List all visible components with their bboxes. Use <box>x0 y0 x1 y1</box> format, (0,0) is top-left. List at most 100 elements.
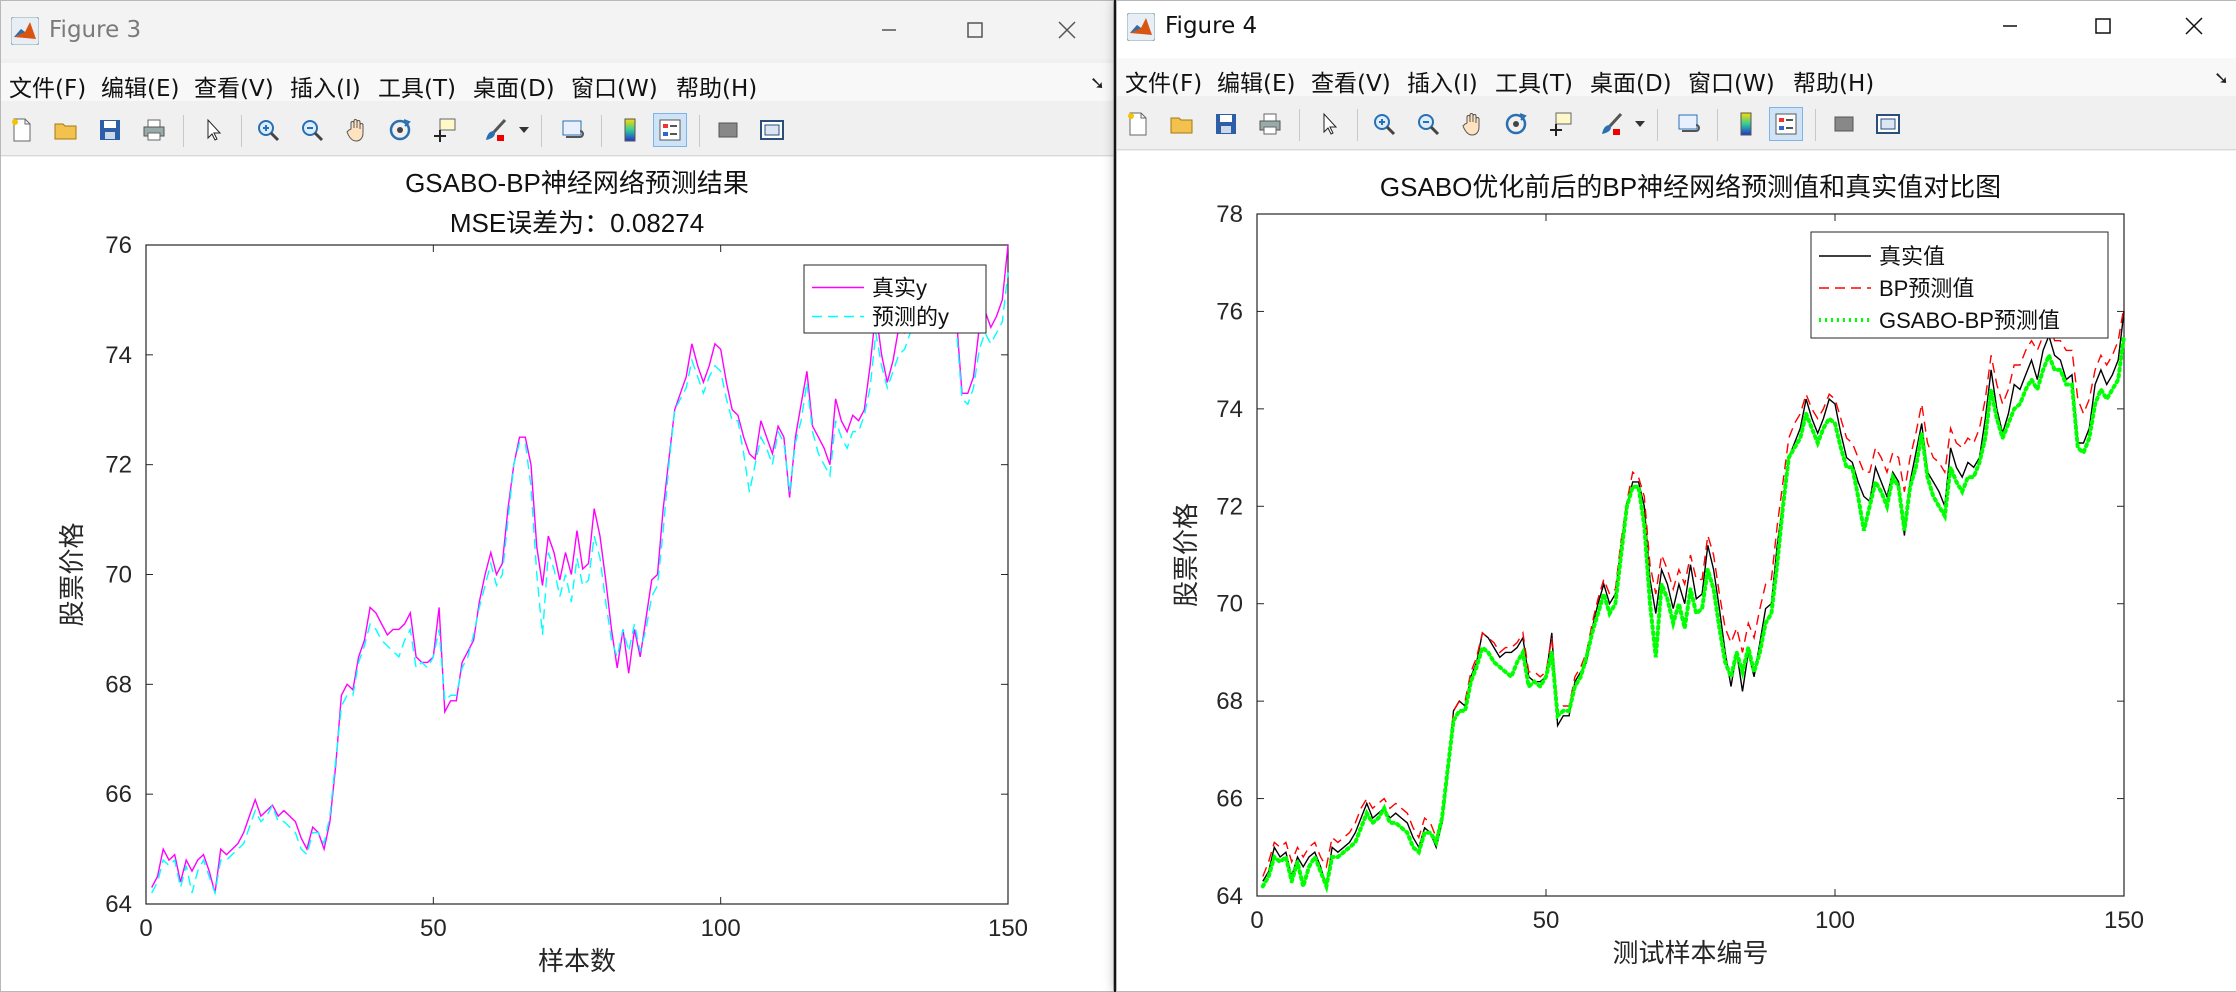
menu-desktop[interactable]: 桌面(D) <box>473 69 555 103</box>
menubar: 文件(F) 编辑(E) 查看(V) 插入(I) 工具(T) 桌面(D) 窗口(W… <box>1117 58 2236 98</box>
data-tips-button[interactable] <box>427 113 461 147</box>
zoom-out-icon <box>1418 114 1440 136</box>
link-plot-icon <box>562 120 584 138</box>
save-button[interactable] <box>1209 107 1243 141</box>
legend-icon <box>659 119 681 141</box>
save-icon <box>1216 114 1236 134</box>
link-plot-button[interactable] <box>556 113 590 147</box>
close-button[interactable] <box>2166 5 2222 47</box>
y-tick-label: 66 <box>105 781 132 808</box>
close-button[interactable] <box>1039 9 1095 51</box>
menu-tools[interactable]: 工具(T) <box>1495 64 1573 98</box>
zoom-out-icon <box>302 120 324 142</box>
select-pointer-button[interactable] <box>1313 107 1347 141</box>
zoom-in-button[interactable] <box>1367 107 1401 141</box>
zoom-out-button[interactable] <box>1411 107 1445 141</box>
data-tips-button[interactable] <box>1543 107 1577 141</box>
save-button[interactable] <box>93 113 127 147</box>
maximize-button[interactable] <box>2075 5 2131 47</box>
y-tick-label: 68 <box>105 671 132 698</box>
data-cursor-icon <box>1550 112 1572 136</box>
toolbar-separator <box>699 115 700 147</box>
hide-plot-tools-button[interactable] <box>1827 107 1861 141</box>
chart-figure4[interactable]: GSABO优化前后的BP神经网络预测值和真实值对比图 0 50 100 150 64 66 6… <box>1117 151 2236 991</box>
menu-help[interactable]: 帮助(H) <box>676 69 757 103</box>
print-button[interactable] <box>137 113 171 147</box>
brush-button[interactable] <box>479 113 513 147</box>
y-tick-label: 74 <box>1216 396 1243 423</box>
menu-window[interactable]: 窗口(W) <box>571 69 658 103</box>
toolbar-separator <box>1717 109 1718 141</box>
y-tick-label: 78 <box>1216 201 1243 228</box>
print-button[interactable] <box>1253 107 1287 141</box>
figure4-window[interactable]: Figure 4 文件(F) 编辑(E) 查看(V) 插入(I) 工具(T) 桌… <box>1116 0 2236 992</box>
zoom-in-icon <box>1374 114 1396 136</box>
new-file-icon <box>12 118 31 142</box>
colorbar-button[interactable] <box>613 113 647 147</box>
menu-edit[interactable]: 编辑(E) <box>1217 64 1295 98</box>
toolbar <box>1117 99 2236 150</box>
titlebar[interactable]: Figure 4 <box>1117 1 2236 59</box>
zoom-in-button[interactable] <box>251 113 285 147</box>
y-axis-label: 股票价格 <box>1172 503 1202 607</box>
menu-tools[interactable]: 工具(T) <box>378 69 456 103</box>
dock-arrow-icon[interactable]: ➘ <box>2214 68 2229 89</box>
open-folder-icon <box>54 123 77 140</box>
minimize-icon <box>882 29 896 31</box>
hand-icon <box>346 119 364 142</box>
menu-help[interactable]: 帮助(H) <box>1793 64 1874 98</box>
minimize-button[interactable] <box>861 9 917 51</box>
show-plot-tools-button[interactable] <box>1871 107 1905 141</box>
chart-figure3[interactable]: GSABO-BP神经网络预测结果 MSE误差为：0.08274 0 50 100 150 6… <box>1 157 1113 991</box>
menu-desktop[interactable]: 桌面(D) <box>1590 64 1672 98</box>
open-file-button[interactable] <box>49 113 83 147</box>
figure-canvas: GSABO优化前后的BP神经网络预测值和真实值对比图 0 50 100 150 64 66 6… <box>1117 151 2236 991</box>
brush-dropdown[interactable] <box>1632 107 1648 141</box>
menu-view[interactable]: 查看(V) <box>194 69 274 103</box>
legend-button[interactable] <box>653 113 687 147</box>
menu-window[interactable]: 窗口(W) <box>1688 64 1775 98</box>
hide-plot-tools-button[interactable] <box>711 113 745 147</box>
rotate-3d-button[interactable] <box>1499 107 1533 141</box>
open-file-button[interactable] <box>1165 107 1199 141</box>
rotate-3d-button[interactable] <box>383 113 417 147</box>
y-tick-label: 66 <box>1216 786 1243 813</box>
pointer-icon <box>207 118 222 141</box>
legend-button[interactable] <box>1769 107 1803 141</box>
menu-insert[interactable]: 插入(I) <box>290 69 361 103</box>
select-pointer-button[interactable] <box>197 113 231 147</box>
menu-insert[interactable]: 插入(I) <box>1407 64 1478 98</box>
x-tick-label: 50 <box>420 915 447 942</box>
menu-edit[interactable]: 编辑(E) <box>101 69 179 103</box>
new-figure-button[interactable] <box>1121 107 1155 141</box>
menu-file[interactable]: 文件(F) <box>1125 64 1202 98</box>
x-axis-label: 样本数 <box>538 947 616 977</box>
colorbar-button[interactable] <box>1729 107 1763 141</box>
titlebar[interactable]: Figure 3 <box>1 1 1113 59</box>
close-icon <box>1058 21 1076 39</box>
x-tick-label: 0 <box>1250 907 1263 934</box>
figure3-window[interactable]: Figure 3 文件(F) 编辑(E) 查看(V) 插入(I) 工具(T) 桌… <box>0 0 1114 992</box>
pointer-icon <box>1323 112 1338 135</box>
brush-button[interactable] <box>1595 107 1629 141</box>
rotate-icon <box>1505 113 1527 135</box>
chart-title: GSABO优化前后的BP神经网络预测值和真实值对比图 <box>1380 172 2001 202</box>
maximize-button[interactable] <box>947 9 1003 51</box>
y-tick-label: 74 <box>105 342 132 369</box>
brush-dropdown[interactable] <box>516 113 532 147</box>
menu-file[interactable]: 文件(F) <box>9 69 86 103</box>
x-tick-label: 100 <box>701 915 741 942</box>
new-figure-button[interactable] <box>5 113 39 147</box>
show-plot-tools-button[interactable] <box>755 113 789 147</box>
toolbar-separator <box>241 115 242 147</box>
dock-arrow-icon[interactable]: ➘ <box>1090 73 1105 94</box>
zoom-out-button[interactable] <box>295 113 329 147</box>
maximize-icon <box>967 22 983 38</box>
menu-view[interactable]: 查看(V) <box>1311 64 1391 98</box>
minimize-button[interactable] <box>1982 5 2038 47</box>
link-plot-button[interactable] <box>1672 107 1706 141</box>
pan-button[interactable] <box>1455 107 1489 141</box>
brush-icon <box>1602 112 1623 135</box>
pan-button[interactable] <box>339 113 373 147</box>
y-tick-label: 76 <box>105 232 132 259</box>
